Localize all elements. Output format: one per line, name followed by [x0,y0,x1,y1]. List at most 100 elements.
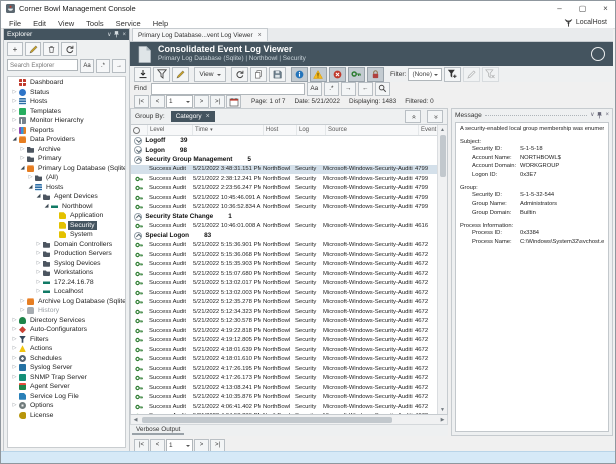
collapse-icon[interactable]: ◢ [35,194,42,199]
regex-button[interactable]: .* [96,59,110,73]
event-row[interactable]: Success Audit5/21/2022 5:12:34.323 PMNor… [131,307,437,317]
tab-event-log-viewer[interactable]: Primary Log Database...vent Log Viewer × [132,28,268,41]
tree-item-hosts[interactable]: ◢Hosts [8,183,125,193]
expand-icon[interactable]: ▷ [11,337,18,342]
tree-item-hosts[interactable]: ▷Hosts [8,97,125,107]
event-row[interactable]: Success Audit5/21/2022 5:15:07.680 PMNor… [131,269,437,279]
tree-item-snmp-trap-server[interactable]: ▷SNMP Trap Server [8,373,125,383]
tree-item-syslog-server[interactable]: ▷Syslog Server [8,363,125,373]
toggle-failure-audit-button[interactable] [367,67,384,82]
event-row[interactable]: Success Audit5/21/2022 4:18:01.639 PMNor… [131,345,437,355]
tree-item-data-providers[interactable]: ◢Data Providers [8,135,125,145]
expand-icon[interactable]: ▷ [35,289,42,294]
drag-handle[interactable] [485,115,587,116]
column-header-level[interactable]: Level [148,125,193,135]
pin-icon[interactable] [597,112,602,119]
delete-button[interactable] [43,42,59,56]
event-row[interactable]: Success Audit5/21/2022 4:04:58.236 PMNor… [131,412,437,415]
view-dropdown[interactable]: View [194,67,226,82]
tree-item-archive-log-database-sqlite[interactable]: ▷Archive Log Database (Sqlite) [8,297,125,307]
tree-item-workstations[interactable]: ▷Workstations [8,268,125,278]
last-page-button[interactable]: >| [210,95,225,108]
collapse-icon[interactable]: ◢ [19,166,26,171]
column-header-log[interactable]: Log [297,125,326,135]
menu-file[interactable]: File [3,19,27,28]
export-button[interactable] [134,67,151,82]
group-row-logon[interactable]: Logon98 [131,146,437,156]
collapse-group-icon[interactable] [134,156,142,164]
search-icon[interactable] [375,82,390,96]
toggle-error-button[interactable] [329,67,346,82]
event-row[interactable]: Success Audit5/21/2022 10:45:46.091 AMNo… [131,193,437,203]
tree-item-service-log-file[interactable]: Service Log File [8,392,125,402]
page-select[interactable]: 1 [166,439,193,452]
scroll-up-icon[interactable]: ▲ [438,125,447,134]
event-row[interactable]: Success Audit5/21/2022 4:19:22.818 PMNor… [131,326,437,336]
event-row[interactable]: Success Audit5/21/2022 5:15:36.901 PMNor… [131,241,437,251]
tab-verbose-output[interactable]: Verbose Output [132,425,184,435]
vertical-scrollbar[interactable]: ▲ ▼ [437,125,447,414]
column-header-icon[interactable] [131,125,148,135]
regex-button[interactable]: .* [324,82,339,96]
column-header-event[interactable]: Event [419,125,437,135]
tree-item-application[interactable]: Application [8,211,125,221]
refresh-button[interactable] [231,67,248,82]
menu-view[interactable]: View [52,19,80,28]
toggle-information-button[interactable] [291,67,308,82]
event-row[interactable]: Success Audit5/21/2022 5:15:35.903 PMNor… [131,260,437,270]
match-case-button[interactable]: Aa [307,82,322,96]
tree-item-syslog-devices[interactable]: ▷Syslog Devices [8,259,125,269]
event-row[interactable]: Success Audit5/21/2022 5:13:02.003 PMNor… [131,288,437,298]
pin-icon[interactable] [114,31,119,38]
tree-item-archive[interactable]: ▷Archive [8,145,125,155]
expand-icon[interactable]: ▷ [35,270,42,275]
event-row[interactable]: Success Audit5/21/2022 2:38:12.241 PMNor… [131,174,437,184]
scroll-down-icon[interactable]: ▼ [438,405,447,414]
first-page-button[interactable]: |< [134,95,149,108]
expand-all-button[interactable]: » [427,110,443,123]
edit-filter-button[interactable] [463,67,480,82]
tree-item-templates[interactable]: ▷Templates [8,107,125,117]
scrollbar-thumb[interactable] [142,417,392,423]
minimize-button[interactable]: – [550,2,569,15]
menu-service[interactable]: Service [110,19,147,28]
expand-icon[interactable]: ▷ [11,128,18,133]
find-input[interactable] [151,83,305,95]
explorer-search-input[interactable] [7,59,78,71]
expand-icon[interactable]: ▷ [11,118,18,123]
chevron-down-icon[interactable]: ∨ [107,32,111,38]
expand-icon[interactable]: ▷ [19,156,26,161]
event-row[interactable]: Success Audit5/21/2022 4:06:41.402 PMNor… [131,402,437,412]
collapse-icon[interactable]: ◢ [27,185,34,190]
last-page-button[interactable]: >| [210,439,225,452]
scroll-right-icon[interactable]: ▶ [438,415,447,424]
expand-icon[interactable]: ▷ [11,356,18,361]
tree-item-monitor-hierarchy[interactable]: ▷Monitor Hierarchy [8,116,125,126]
host-status[interactable]: LocalHost [564,18,615,27]
event-row[interactable]: Success Audit5/21/2022 2:23:56.247 PMNor… [131,184,437,194]
maximize-button[interactable]: ▢ [573,2,592,15]
expand-icon[interactable]: ▷ [11,109,18,114]
edit-log-button[interactable] [172,67,189,82]
expand-icon[interactable]: ▷ [35,261,42,266]
column-header-host[interactable]: Host [264,125,297,135]
tree-item-production-servers[interactable]: ▷Production Servers [8,249,125,259]
expand-icon[interactable]: ▷ [35,251,42,256]
expand-icon[interactable]: ▷ [11,346,18,351]
event-row[interactable]: Success Audit5/21/2022 4:18:01.610 PMNor… [131,355,437,365]
filter-button[interactable] [153,67,170,82]
event-row[interactable]: Success Audit5/21/2022 4:10:35.876 PMNor… [131,393,437,403]
tree-item-172-24-16-78[interactable]: ▷172.24.16.78 [8,278,125,288]
toggle-warning-button[interactable] [310,67,327,82]
previous-page-button[interactable]: < [150,95,165,108]
group-row-security-group-management[interactable]: Security Group Management5 [131,155,437,165]
event-row[interactable]: Success Audit5/21/2022 10:36:52.834 AMNo… [131,203,437,213]
event-row[interactable]: Success Audit5/21/2022 5:12:35.278 PMNor… [131,298,437,308]
previous-page-button[interactable]: < [150,439,165,452]
group-row-logoff[interactable]: Logoff39 [131,136,437,146]
menu-tools[interactable]: Tools [80,19,110,28]
expand-icon[interactable]: ▷ [19,299,26,304]
expand-icon[interactable]: ▷ [11,403,18,408]
event-row[interactable]: Success Audit5/21/2022 10:46:01.008 AMNo… [131,222,437,232]
tree-item-options[interactable]: ▷Options [8,401,125,411]
